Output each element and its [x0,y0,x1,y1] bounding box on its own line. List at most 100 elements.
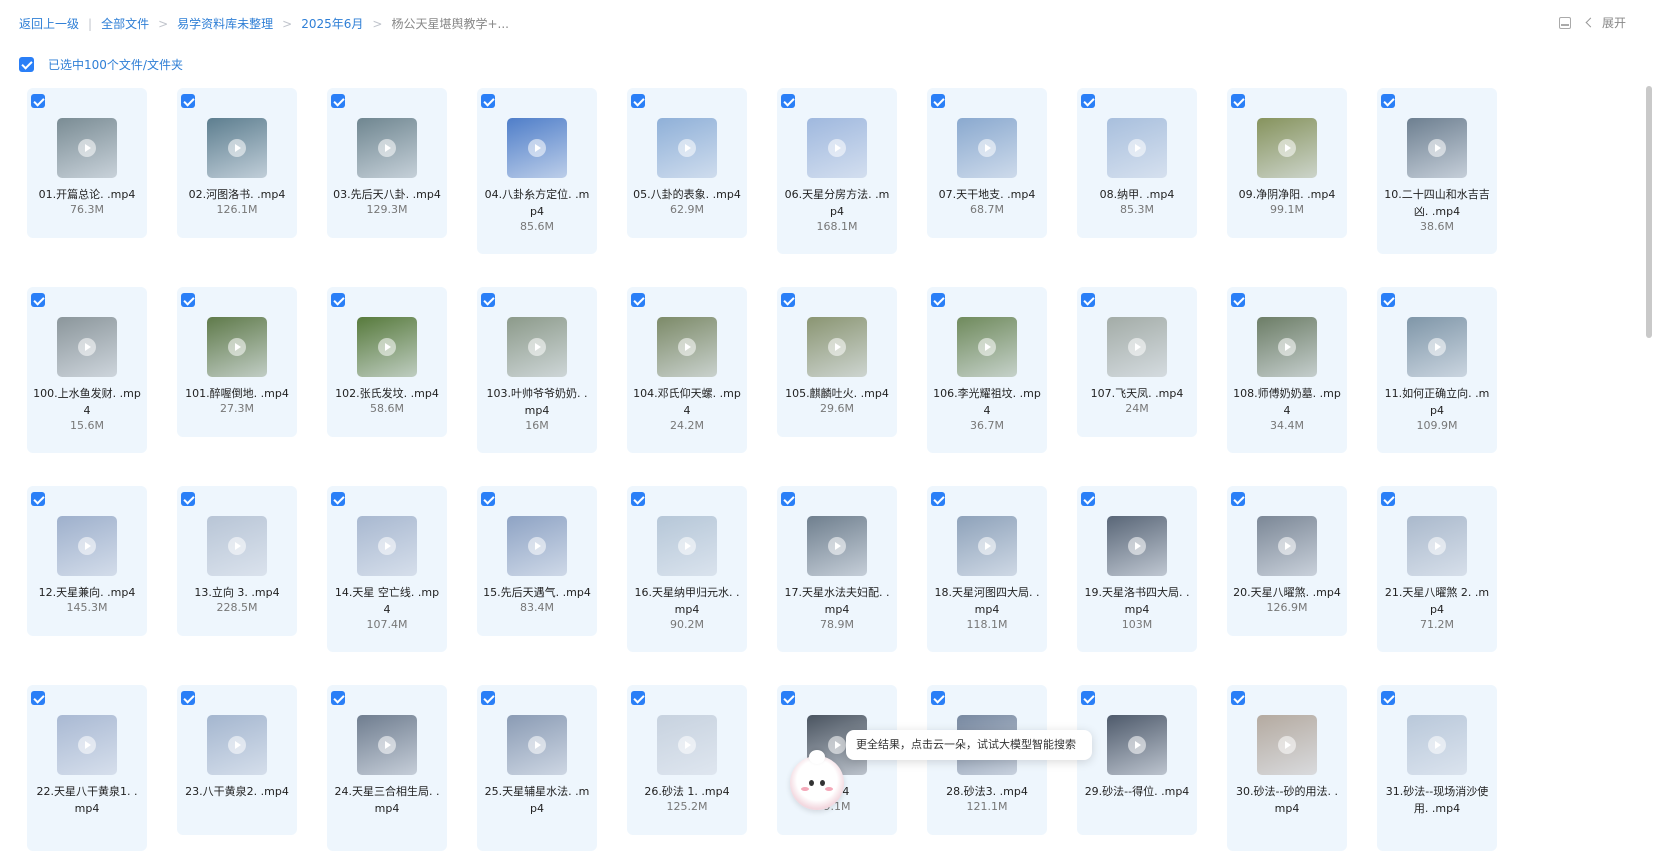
video-thumbnail[interactable] [957,516,1017,576]
video-thumbnail[interactable] [207,715,267,775]
video-thumbnail[interactable] [1107,715,1167,775]
file-card[interactable]: 30.砂法--砂的用法. .mp4 [1227,685,1347,851]
file-checkbox[interactable] [331,691,345,705]
video-thumbnail[interactable] [507,516,567,576]
video-thumbnail[interactable] [507,118,567,178]
file-card[interactable]: 101.醉喔倒地. .mp4 27.3M [177,287,297,437]
video-thumbnail[interactable] [957,317,1017,377]
video-thumbnail[interactable] [1107,317,1167,377]
file-checkbox[interactable] [931,492,945,506]
file-checkbox[interactable] [1081,94,1095,108]
file-checkbox[interactable] [781,94,795,108]
file-checkbox[interactable] [1381,691,1395,705]
file-card[interactable]: 15.先后天遇气. .mp4 83.4M [477,486,597,636]
file-card[interactable]: 14.天星 空亡线. .mp4 107.4M [327,486,447,652]
file-card[interactable]: 104.邓氏仰天螺. .mp4 24.2M [627,287,747,453]
file-checkbox[interactable] [931,691,945,705]
file-card[interactable]: 24.天星三合相生局. .mp4 [327,685,447,851]
file-checkbox[interactable] [1231,492,1245,506]
file-card[interactable]: 17.天星水法夫妇配. .mp4 78.9M [777,486,897,652]
select-all-checkbox[interactable] [19,57,34,72]
file-checkbox[interactable] [1381,492,1395,506]
file-card[interactable]: 04.八卦糸方定位. .mp4 85.6M [477,88,597,254]
file-card[interactable]: 02.河图洛书. .mp4 126.1M [177,88,297,238]
video-thumbnail[interactable] [807,118,867,178]
breadcrumb-back[interactable]: 返回上一级 [19,15,79,32]
video-thumbnail[interactable] [1257,715,1317,775]
file-card[interactable]: 23.八干黄泉2. .mp4 [177,685,297,835]
file-checkbox[interactable] [1231,293,1245,307]
file-checkbox[interactable] [931,94,945,108]
file-checkbox[interactable] [1231,94,1245,108]
file-checkbox[interactable] [481,492,495,506]
video-thumbnail[interactable] [57,118,117,178]
file-card[interactable]: mp49.1M [777,685,897,835]
file-checkbox[interactable] [181,492,195,506]
cloud-mascot-icon[interactable] [790,750,844,810]
file-checkbox[interactable] [1381,293,1395,307]
file-checkbox[interactable] [1231,691,1245,705]
file-checkbox[interactable] [781,492,795,506]
file-checkbox[interactable] [481,293,495,307]
file-card[interactable]: 12.天星兼向. .mp4 145.3M [27,486,147,636]
file-card[interactable]: 21.天星八曜煞 2. .mp4 71.2M [1377,486,1497,652]
file-card[interactable]: 108.师傅奶奶墓. .mp4 34.4M [1227,287,1347,453]
ai-search-tooltip[interactable]: 更全结果，点击云一朵，试试大模型智能搜索 [846,730,1092,760]
breadcrumb-folder-2[interactable]: 2025年6月 [301,15,363,32]
video-thumbnail[interactable] [657,317,717,377]
file-checkbox[interactable] [31,94,45,108]
video-thumbnail[interactable] [357,516,417,576]
breadcrumb-folder-1[interactable]: 易学资料库未整理 [177,15,273,32]
file-checkbox[interactable] [481,94,495,108]
file-card[interactable]: 103.叶帅爷爷奶奶. .mp4 16M [477,287,597,453]
video-thumbnail[interactable] [1107,118,1167,178]
file-card[interactable]: 107.飞天凤. .mp4 24M [1077,287,1197,437]
video-thumbnail[interactable] [507,317,567,377]
file-checkbox[interactable] [631,492,645,506]
video-thumbnail[interactable] [57,516,117,576]
video-thumbnail[interactable] [657,118,717,178]
video-thumbnail[interactable] [1407,715,1467,775]
file-checkbox[interactable] [631,94,645,108]
video-thumbnail[interactable] [657,715,717,775]
file-card[interactable]: 19.天星洛书四大局. .mp4 103M [1077,486,1197,652]
video-thumbnail[interactable] [957,118,1017,178]
video-thumbnail[interactable] [357,715,417,775]
video-thumbnail[interactable] [1107,516,1167,576]
video-thumbnail[interactable] [807,317,867,377]
file-card[interactable]: 28.砂法3. .mp4 121.1M [927,685,1047,835]
file-checkbox[interactable] [181,293,195,307]
file-card[interactable]: 29.砂法--得位. .mp4 [1077,685,1197,835]
file-checkbox[interactable] [781,293,795,307]
file-checkbox[interactable] [331,492,345,506]
video-thumbnail[interactable] [807,516,867,576]
file-card[interactable]: 31.砂法--现场消沙使用. .mp4 [1377,685,1497,851]
file-card[interactable]: 13.立向 3. .mp4 228.5M [177,486,297,636]
scrollbar[interactable] [1646,86,1652,338]
file-card[interactable]: 08.纳甲. .mp4 85.3M [1077,88,1197,238]
layout-icon[interactable] [1558,16,1571,29]
video-thumbnail[interactable] [357,317,417,377]
file-card[interactable]: 10.二十四山和水吉吉凶. .mp4 38.6M [1377,88,1497,254]
file-card[interactable]: 106.李光耀祖坟. .mp4 36.7M [927,287,1047,453]
file-checkbox[interactable] [1081,492,1095,506]
video-thumbnail[interactable] [1407,516,1467,576]
file-card[interactable]: 09.净阴净阳. .mp4 99.1M [1227,88,1347,238]
file-checkbox[interactable] [31,293,45,307]
file-card[interactable]: 03.先后天八卦. .mp4 129.3M [327,88,447,238]
file-card[interactable]: 20.天星八曜煞. .mp4 126.9M [1227,486,1347,636]
video-thumbnail[interactable] [1257,516,1317,576]
file-checkbox[interactable] [31,691,45,705]
file-card[interactable]: 18.天星河图四大局. .mp4 118.1M [927,486,1047,652]
file-checkbox[interactable] [31,492,45,506]
file-card[interactable]: 25.天星辅星水法. .mp4 [477,685,597,851]
file-checkbox[interactable] [181,94,195,108]
file-checkbox[interactable] [931,293,945,307]
video-thumbnail[interactable] [1407,118,1467,178]
video-thumbnail[interactable] [207,317,267,377]
video-thumbnail[interactable] [657,516,717,576]
file-card[interactable]: 01.开篇总论. .mp4 76.3M [27,88,147,238]
breadcrumb-all-files[interactable]: 全部文件 [101,15,149,32]
video-thumbnail[interactable] [1257,118,1317,178]
file-checkbox[interactable] [331,94,345,108]
